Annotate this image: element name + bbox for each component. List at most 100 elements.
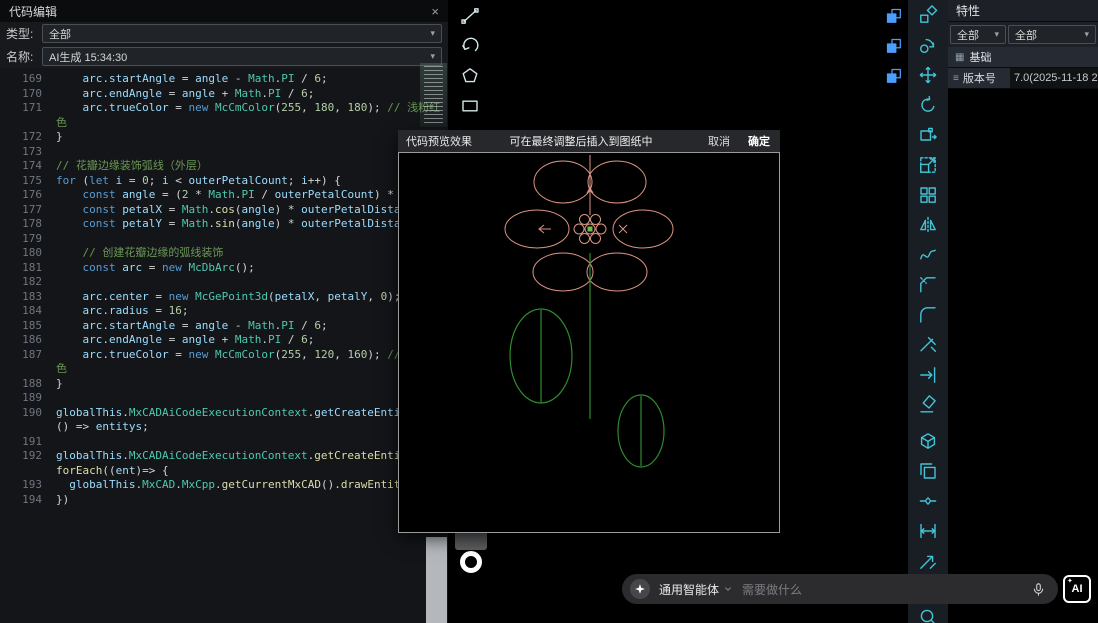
stretch-icon: [918, 125, 938, 145]
type-select[interactable]: 全部 ▾: [42, 24, 442, 43]
tool-spline[interactable]: [916, 244, 940, 266]
move-icon: [918, 65, 938, 85]
ok-button[interactable]: 确定: [748, 133, 770, 149]
array-icon: [918, 185, 938, 205]
tool-erase[interactable]: [916, 394, 940, 416]
properties-filter-1[interactable]: 全部 ▾: [950, 25, 1006, 44]
align-icon: [918, 551, 938, 571]
tool-chamfer[interactable]: [916, 274, 940, 296]
ai-assistant-button[interactable]: AI: [1063, 575, 1091, 603]
property-value[interactable]: 7.0(2025-11-18 20:48 0: [1010, 68, 1098, 88]
code-line: 172}: [0, 130, 448, 145]
code-line: 182: [0, 275, 448, 290]
tool-polygon[interactable]: [455, 63, 485, 89]
tool-measure[interactable]: [916, 520, 940, 542]
extend-icon: [918, 365, 938, 385]
code-lines: 169 arc.startAngle = angle - Math.PI / 6…: [0, 72, 448, 507]
tool-align[interactable]: [916, 550, 940, 572]
chevron-down-icon: ▾: [430, 51, 435, 62]
property-row-version: ≡ 版本号 7.0(2025-11-18 20:48 0: [948, 68, 1098, 89]
chat-bar: 通用智能体 需要做什么: [622, 574, 1058, 604]
tool-break[interactable]: [916, 490, 940, 512]
code-line: 169 arc.startAngle = angle - Math.PI / 6…: [0, 72, 448, 87]
code-line: 185 arc.startAngle = angle - Math.PI / 6…: [0, 319, 448, 334]
record-circle-button[interactable]: [460, 551, 482, 573]
name-select[interactable]: AI生成 15:34:30 ▾: [42, 47, 442, 66]
rectangle-icon: [460, 96, 480, 116]
close-icon[interactable]: ×: [431, 4, 439, 19]
code-line: forEach((ent)=> {: [0, 464, 448, 479]
tool-insert-block[interactable]: [916, 4, 940, 26]
tool-fillet[interactable]: [916, 304, 940, 326]
property-key-label: 版本号: [963, 70, 996, 86]
code-panel-titlebar: 代码编辑 ×: [0, 0, 448, 22]
mic-icon[interactable]: [1031, 582, 1046, 597]
minimap[interactable]: [420, 63, 447, 127]
code-line: 174// 花瓣边缘装饰弧线（外层）: [0, 159, 448, 174]
panel-toggle-group: [884, 6, 904, 86]
name-select-value: AI生成 15:34:30: [49, 49, 127, 65]
tool-copy[interactable]: [916, 460, 940, 482]
code-line: 186 arc.endAngle = angle + Math.PI / 6;: [0, 333, 448, 348]
code-line: 170 arc.endAngle = angle + Math.PI / 6;: [0, 87, 448, 102]
tool-line[interactable]: [455, 3, 485, 29]
grid-icon: ▦: [955, 52, 964, 63]
tool-undo-arc[interactable]: [455, 33, 485, 59]
properties-panel: 特性 全部 ▾ 全部 ▾ ▦ 基础 ≡ 版本号 7.0(2025-11-18 2…: [948, 0, 1098, 89]
preview-canvas[interactable]: [398, 152, 780, 533]
type-select-value: 全部: [49, 26, 71, 42]
agent-label: 通用智能体: [659, 581, 719, 598]
panel-toggle-icon: [885, 7, 903, 25]
code-line: 192globalThis.MxCADAiCodeExecutionContex…: [0, 449, 448, 464]
code-line: 184 arc.radius = 16;: [0, 304, 448, 319]
tool-rotate[interactable]: [916, 94, 940, 116]
tool-rectangle[interactable]: [455, 93, 485, 119]
properties-filter-2[interactable]: 全部 ▾: [1008, 25, 1096, 44]
trim-icon: [918, 335, 938, 355]
code-line: 176 const angle = (2 * Math.PI / outerPe…: [0, 188, 448, 203]
tool-move[interactable]: [916, 64, 940, 86]
modify-toolbar: [908, 0, 948, 623]
tool-scale[interactable]: [916, 154, 940, 176]
code-area[interactable]: 169 arc.startAngle = angle - Math.PI / 6…: [0, 69, 448, 623]
tool-zoom[interactable]: [916, 606, 940, 623]
fillet-icon: [918, 305, 938, 325]
mxcad-app: 代码编辑 × 类型: 全部 ▾ 名称: AI生成 15:34:30 ▾ 169 …: [0, 0, 1098, 623]
tool-array[interactable]: [916, 184, 940, 206]
tool-mirror[interactable]: [916, 214, 940, 236]
chevron-down-icon: ▾: [994, 29, 999, 40]
tool-panel-toggle[interactable]: [884, 36, 904, 56]
preview-flower-drawing: [399, 153, 779, 532]
tool-panel-toggle[interactable]: [884, 6, 904, 26]
draw-toolbar: [451, 0, 489, 119]
code-line: 171 arc.trueColor = new McCmColor(255, 1…: [0, 101, 448, 116]
tool-trim[interactable]: [916, 334, 940, 356]
tool-box-3d[interactable]: [916, 430, 940, 452]
rotate-icon: [918, 95, 938, 115]
section-label: 基础: [969, 49, 991, 65]
code-panel-title: 代码编辑: [9, 3, 57, 20]
cancel-button[interactable]: 取消: [708, 133, 730, 149]
filter-1-value: 全部: [957, 27, 979, 43]
code-line: 189: [0, 391, 448, 406]
code-line: 色: [0, 362, 448, 377]
code-line: 173: [0, 145, 448, 160]
dialog-title: 代码预览效果: [406, 133, 472, 149]
tool-ucs-rotate[interactable]: [916, 34, 940, 56]
scrollbar-thumb[interactable]: [426, 537, 447, 623]
panel-toggle-icon: [885, 67, 903, 85]
dialog-header: 代码预览效果 可在最终调整后插入到图纸中 取消 确定: [398, 130, 780, 152]
list-icon: ≡: [953, 73, 959, 84]
agent-selector[interactable]: 通用智能体: [659, 581, 733, 598]
tool-extend[interactable]: [916, 364, 940, 386]
tool-panel-toggle[interactable]: [884, 66, 904, 86]
erase-icon: [918, 395, 938, 415]
code-line: 177 const petalX = Math.cos(angle) * out…: [0, 203, 448, 218]
insert-block-icon: [918, 5, 938, 25]
chat-input[interactable]: 需要做什么: [742, 581, 1022, 598]
undo-arc-icon: [460, 36, 480, 56]
tool-stretch[interactable]: [916, 124, 940, 146]
code-line: 色: [0, 116, 448, 131]
section-header-basic[interactable]: ▦ 基础: [948, 47, 1098, 68]
properties-title-label: 特性: [956, 2, 980, 19]
